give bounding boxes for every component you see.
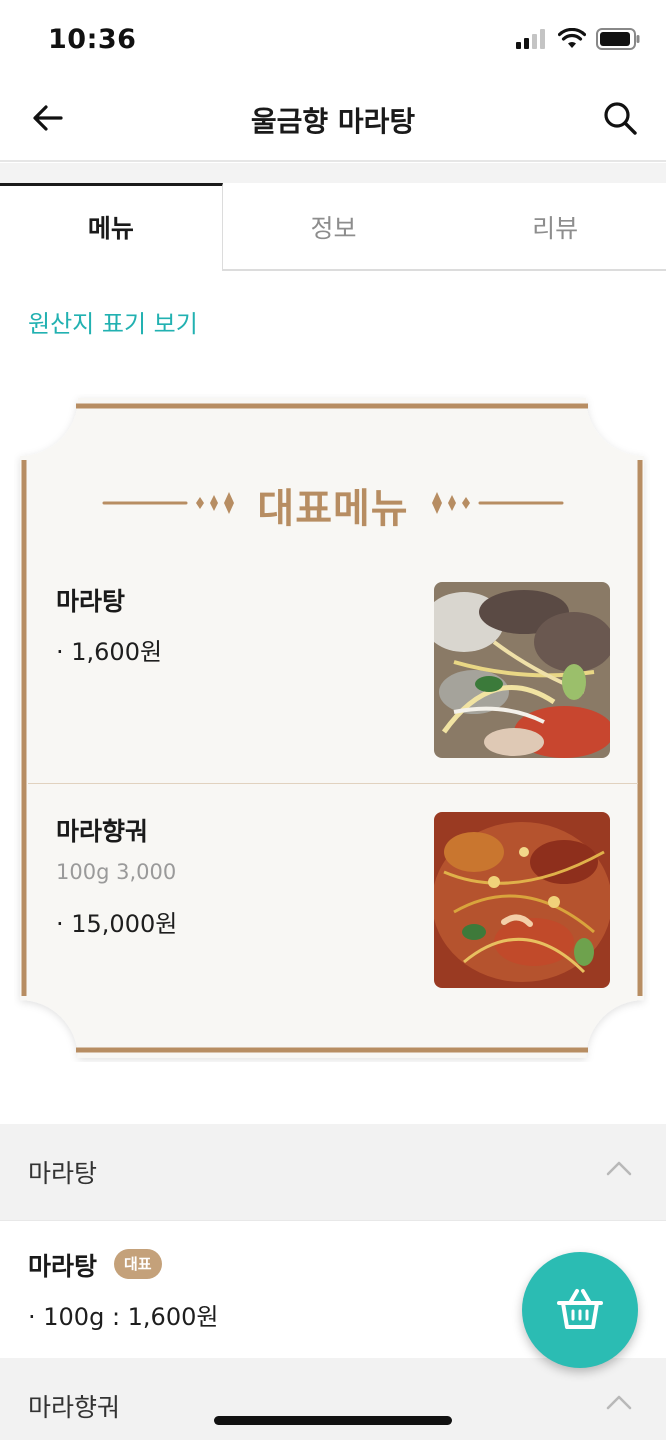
food-photo-malatang — [434, 582, 610, 758]
basket-icon — [557, 1289, 603, 1329]
food-photo-malaxiangguo — [434, 812, 610, 988]
tab-info[interactable]: 정보 — [222, 183, 445, 271]
category-header[interactable]: 마라탕 — [0, 1124, 666, 1220]
battery-icon — [596, 28, 640, 50]
home-indicator — [214, 1416, 452, 1425]
chevron-up-icon — [606, 1161, 632, 1176]
representative-menu-title: 대표메뉴 — [257, 486, 409, 532]
search-icon — [604, 102, 637, 135]
origin-info-link[interactable]: 원산지 표기 보기 — [28, 304, 198, 339]
representative-badge: 대표 — [114, 1249, 162, 1279]
status-icons — [516, 28, 640, 50]
representative-item[interactable]: 마라탕 · 1,600원 — [28, 568, 638, 784]
chevron-up-icon — [606, 1395, 632, 1410]
status-time: 10:36 — [48, 24, 137, 55]
item-price: · 15,000원 — [56, 910, 178, 938]
status-bar: 10:36 — [0, 0, 666, 80]
item-photo[interactable] — [434, 582, 610, 758]
item-photo[interactable] — [434, 812, 610, 988]
tab-reviews[interactable]: 리뷰 — [444, 183, 666, 271]
item-price: · 1,600원 — [56, 638, 163, 666]
cellular-signal-icon — [516, 29, 545, 49]
menu-item-price: · 100g : 1,600원 — [28, 1303, 219, 1331]
nav-bar: 울금향 마라탕 — [0, 80, 666, 162]
item-name: 마라탕 — [56, 587, 126, 616]
representative-item[interactable]: 마라향궈 100g 3,000 · 15,000원 — [28, 786, 638, 1000]
category-header[interactable]: 마라향궈 — [0, 1358, 666, 1440]
menu-item-name: 마라탕 — [28, 1252, 98, 1281]
page-title: 울금향 마라탕 — [250, 105, 416, 138]
wifi-icon — [558, 28, 586, 48]
category-label: 마라탕 — [28, 1159, 98, 1188]
item-name: 마라향궈 — [56, 817, 149, 846]
tab-bar: 메뉴 정보 리뷰 — [0, 183, 666, 271]
search-button[interactable] — [600, 98, 640, 138]
cart-button[interactable] — [522, 1252, 638, 1368]
category-label: 마라향궈 — [28, 1393, 121, 1422]
item-description: 100g 3,000 — [56, 860, 177, 884]
tab-divider — [0, 163, 666, 183]
tab-menu[interactable]: 메뉴 — [0, 183, 223, 271]
